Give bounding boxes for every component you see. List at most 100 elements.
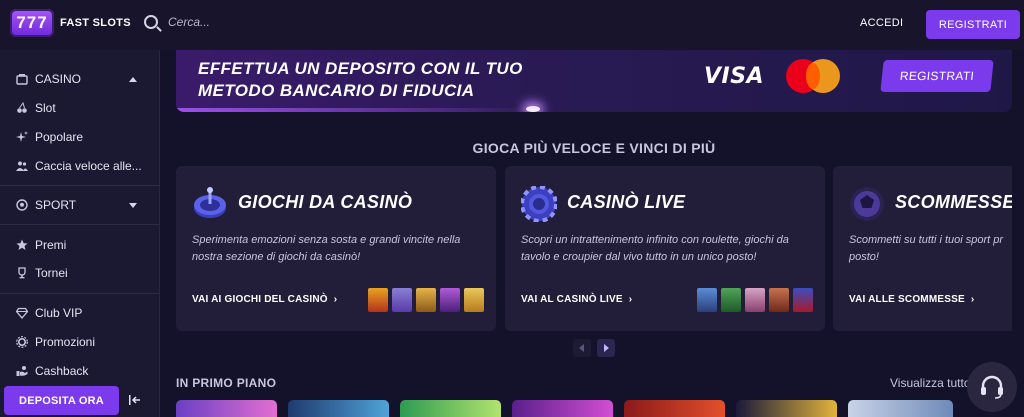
- diamond-icon: [16, 307, 28, 319]
- game-thumbnail[interactable]: [464, 288, 484, 312]
- card-link[interactable]: VAI ALLE SCOMMESSE ›: [849, 294, 974, 305]
- banner-title: EFFETTUA UN DEPOSITO CON IL TUO METODO B…: [198, 58, 598, 102]
- game-thumbnails: [368, 288, 484, 312]
- game-thumbnail[interactable]: [769, 288, 789, 312]
- game-thumbnail[interactable]: [793, 288, 813, 312]
- card-description: Scopri un intrattenimento infinito con r…: [521, 234, 789, 263]
- gear-icon: [16, 336, 28, 348]
- game-thumbnail[interactable]: [721, 288, 741, 312]
- search-input[interactable]: [168, 15, 368, 29]
- card-link[interactable]: VAI AL CASINÒ LIVE ›: [521, 294, 632, 305]
- roulette-icon: [192, 186, 228, 222]
- logo-badge: 777: [10, 9, 54, 37]
- banner-title-line: METODO BANCARIO DI FIDUCIA: [198, 81, 475, 100]
- sidebar-item-label: Slot: [35, 101, 56, 115]
- sidebar-item-sport[interactable]: SPORT: [0, 193, 159, 217]
- card-link-label: VAI AL CASINÒ LIVE: [521, 294, 623, 305]
- cashback-icon: [16, 365, 28, 377]
- card-link[interactable]: VAI AI GIOCHI DEL CASINÒ ›: [192, 294, 337, 305]
- sidebar-divider: [0, 185, 159, 186]
- sidebar-item-cashback[interactable]: Cashback: [0, 359, 159, 383]
- search-bar[interactable]: [144, 15, 368, 29]
- game-thumbnail[interactable]: [440, 288, 460, 312]
- game-thumbnail[interactable]: [392, 288, 412, 312]
- chevron-right-icon: ›: [628, 294, 633, 305]
- sidebar-item-popolare[interactable]: Popolare: [0, 125, 159, 149]
- logo-text: FAST SLOTS: [60, 17, 131, 29]
- search-icon[interactable]: [144, 15, 158, 29]
- top-bar: 777 FAST SLOTS ACCEDI REGISTRATI: [0, 0, 1024, 50]
- casino-icon: [16, 73, 28, 85]
- login-button[interactable]: ACCEDI: [860, 17, 903, 29]
- featured-game-tile[interactable]: [848, 400, 953, 417]
- banner-register-button[interactable]: REGISTRATI: [880, 60, 994, 92]
- section-heading: GIOCA PIÙ VELOCE E VINCI DI PIÙ: [472, 140, 716, 156]
- chevron-left-icon: [579, 344, 584, 352]
- cherry-icon: [16, 102, 28, 114]
- featured-game-tile[interactable]: [288, 400, 389, 417]
- trophy-icon: [16, 267, 28, 279]
- sidebar: CASINO Slot Popolare Caccia veloce alle.…: [0, 50, 160, 417]
- card-description: Scommetti su tutti i tuoi sport pr posto…: [849, 234, 1004, 263]
- deposit-banner: EFFETTUA UN DEPOSITO CON IL TUO METODO B…: [176, 50, 1012, 112]
- sidebar-item-label: CASINO: [35, 72, 82, 86]
- view-all-link[interactable]: Visualizza tutto: [890, 376, 971, 390]
- card-title: GIOCHI DA CASINÒ: [238, 192, 413, 212]
- chevron-up-icon[interactable]: [129, 77, 137, 82]
- sidebar-item-label: Club VIP: [35, 306, 83, 320]
- game-thumbnail[interactable]: [368, 288, 388, 312]
- sidebar-item-label: Caccia veloce alle...: [35, 159, 142, 173]
- card-casino-games[interactable]: GIOCHI DA CASINÒ Sperimenta emozioni sen…: [176, 166, 496, 331]
- card-link-label: VAI ALLE SCOMMESSE: [849, 294, 965, 305]
- sidebar-item-premi[interactable]: Premi: [0, 233, 159, 257]
- carousel-prev-button[interactable]: [573, 339, 591, 357]
- featured-game-tile[interactable]: [624, 400, 725, 417]
- sidebar-item-label: Tornei: [35, 266, 68, 280]
- collapse-sidebar-icon[interactable]: [128, 393, 142, 407]
- sidebar-item-slot[interactable]: Slot: [0, 96, 159, 120]
- card-live-casino[interactable]: CASINÒ LIVE Scopri un intrattenimento in…: [505, 166, 825, 331]
- support-chat-button[interactable]: [967, 362, 1017, 412]
- sidebar-item-casino[interactable]: CASINO: [0, 67, 159, 91]
- sidebar-item-caccia[interactable]: Caccia veloce alle...: [0, 154, 159, 178]
- banner-glow: [176, 108, 536, 112]
- chevron-right-icon: ›: [970, 294, 975, 305]
- headset-icon: [981, 375, 1003, 399]
- card-sports-betting[interactable]: SCOMMESSE S Scommetti su tutti i tuoi sp…: [833, 166, 1012, 331]
- deposit-button[interactable]: DEPOSITA ORA: [4, 386, 119, 415]
- featured-title: IN PRIMO PIANO: [176, 376, 277, 390]
- card-title: CASINÒ LIVE: [567, 192, 686, 212]
- logo[interactable]: 777 FAST SLOTS: [10, 9, 131, 37]
- chevron-right-icon: ›: [333, 294, 338, 305]
- sparkle-icon: [16, 131, 28, 143]
- game-thumbnail[interactable]: [416, 288, 436, 312]
- star-icon: [16, 239, 28, 251]
- people-icon: [16, 160, 28, 172]
- chevron-right-icon: [604, 344, 609, 352]
- carousel-next-button[interactable]: [597, 339, 615, 357]
- sidebar-divider: [0, 224, 159, 225]
- sidebar-item-label: Promozioni: [35, 335, 96, 349]
- game-thumbnail[interactable]: [745, 288, 765, 312]
- card-title: SCOMMESSE S: [895, 192, 1012, 212]
- ball-icon: [849, 186, 885, 222]
- game-thumbnails: [697, 288, 813, 312]
- register-button[interactable]: REGISTRATI: [926, 10, 1020, 39]
- card-link-label: VAI AI GIOCHI DEL CASINÒ: [192, 294, 328, 305]
- game-thumbnail[interactable]: [697, 288, 717, 312]
- featured-game-tile[interactable]: [400, 400, 501, 417]
- poker-chip-icon: [520, 185, 558, 223]
- sidebar-item-label: Premi: [35, 238, 67, 252]
- banner-title-line: EFFETTUA UN DEPOSITO CON IL TUO: [198, 59, 523, 78]
- sidebar-item-tornei[interactable]: Tornei: [0, 261, 159, 285]
- chevron-down-icon[interactable]: [129, 203, 137, 208]
- sidebar-item-promozioni[interactable]: Promozioni: [0, 330, 159, 354]
- banner-sparkle: [526, 106, 540, 112]
- featured-game-tile[interactable]: [736, 400, 837, 417]
- featured-game-tile[interactable]: [512, 400, 613, 417]
- sidebar-item-club-vip[interactable]: Club VIP: [0, 301, 159, 325]
- visa-logo: VISA: [704, 64, 765, 89]
- featured-game-tile[interactable]: [176, 400, 277, 417]
- sidebar-item-label: Cashback: [35, 364, 89, 378]
- sidebar-item-label: SPORT: [35, 198, 77, 212]
